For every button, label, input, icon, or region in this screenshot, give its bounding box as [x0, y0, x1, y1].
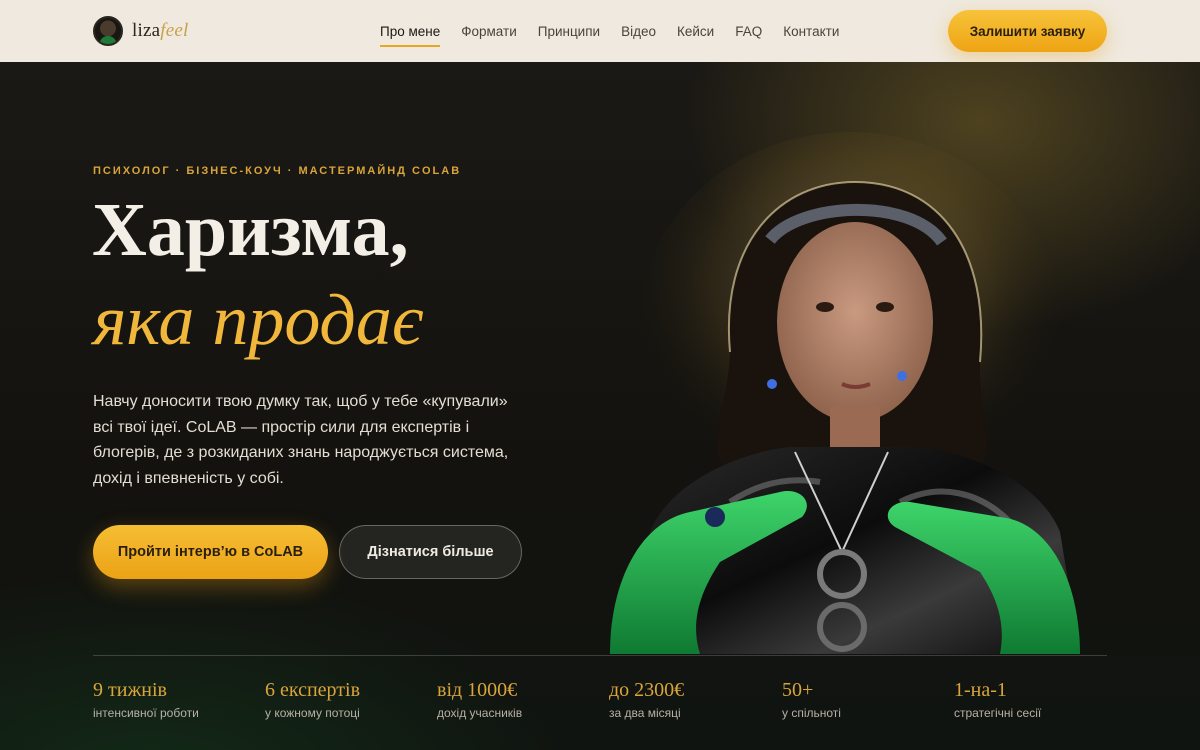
brand-name-accent: feel [160, 20, 189, 41]
portrait-illustration [610, 132, 1080, 654]
stat-label: дохід учасників [437, 706, 523, 720]
brand-name: lizafeel [132, 20, 188, 42]
stat-value: до 2300€ [609, 679, 685, 701]
stat-item: 6 експертів у кожному потоці [265, 679, 435, 720]
stat-value: 50+ [782, 679, 814, 701]
stat-value: від 1000€ [437, 679, 518, 701]
stat-value: 9 тижнів [93, 679, 167, 701]
stat-item: від 1000€ дохід учасників [437, 679, 607, 720]
nav-link-faq[interactable]: FAQ [735, 0, 762, 62]
brand-name-main: liza [132, 20, 161, 41]
stat-label: у спільноті [782, 706, 841, 720]
stat-item: 9 тижнів інтенсивної роботи [93, 679, 263, 720]
hero-headline-line1: Харизма, [92, 188, 409, 272]
nav-link-cases[interactable]: Кейси [677, 0, 714, 62]
main-navigation: Про мене Формати Принципи Відео Кейси FA… [380, 0, 860, 62]
stat-item: 1-на-1 стратегічні сесії [954, 679, 1124, 720]
hero-eyebrow: ПСИХОЛОГ · БІЗНЕС-КОУЧ · МАСТЕРМАЙНД COL… [93, 165, 462, 177]
stat-item: 50+ у спільноті [782, 679, 952, 720]
interview-colab-button[interactable]: Пройти інтерв’ю в CoLAB [93, 525, 328, 579]
nav-link-video[interactable]: Відео [621, 0, 656, 62]
nav-link-about[interactable]: Про мене [380, 0, 441, 62]
nav-link-formats[interactable]: Формати [461, 0, 517, 62]
stat-label: у кожному потоці [265, 706, 360, 720]
hero-portrait-photo [580, 122, 1110, 654]
stat-value: 6 експертів [265, 679, 361, 701]
hero-section: ПСИХОЛОГ · БІЗНЕС-КОУЧ · МАСТЕРМАЙНД COL… [0, 62, 1200, 750]
submit-request-button[interactable]: Залишити заявку [948, 10, 1107, 52]
brand-avatar [93, 16, 123, 46]
top-navbar: lizafeel Про мене Формати Принципи Відео… [0, 0, 1200, 62]
stat-label: стратегічні сесії [954, 706, 1042, 720]
stat-label: інтенсивної роботи [93, 706, 199, 720]
brand-logo[interactable]: lizafeel [93, 16, 188, 46]
learn-more-button[interactable]: Дізнатися більше [339, 525, 522, 579]
hero-headline-line2: яка продає [93, 280, 424, 360]
stat-label: за два місяці [609, 706, 681, 720]
hero-lead-text: Навчу доносити твою думку так, щоб у теб… [93, 393, 509, 487]
stat-value: 1-на-1 [954, 679, 1007, 701]
nav-link-contacts[interactable]: Контакти [783, 0, 839, 62]
nav-link-principles[interactable]: Принципи [538, 0, 600, 62]
stat-item: до 2300€ за два місяці [609, 679, 779, 720]
stats-divider [93, 655, 1107, 656]
